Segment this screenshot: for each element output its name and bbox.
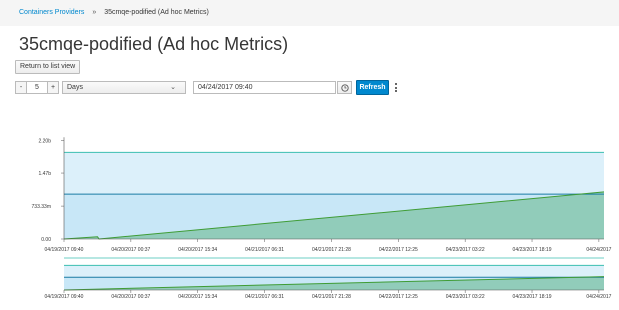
chart-1-x-tick-label: 04/23/2017 18:19 (513, 294, 552, 300)
chart-0-x-tick-label: 04/21/2017 06:31 (245, 247, 284, 253)
chart-0-x-tick-label: 04/19/2017 09:40 (45, 247, 84, 253)
time-range-stepper: - 5 + (15, 81, 59, 94)
breadcrumb-separator: » (92, 9, 97, 16)
metrics-chart-area: 2.20b 1.47b 733.33m 0.00 04/19/2017 09:40 04/… (0, 110, 619, 310)
chart-0-x-tick-label: 04/22/2017 12:25 (379, 247, 418, 253)
metrics-chart: 2.20b 1.47b 733.33m 0.00 04/19/2017 09:40 04/… (32, 137, 612, 300)
chart-0-x-tick-label: 04/23/2017 18:19 (513, 247, 552, 253)
chart-1-x-tick-label: 04/19/2017 09:40 (45, 294, 84, 300)
chevron-down-icon: ⌄ (170, 84, 176, 91)
refresh-button[interactable]: Refresh (356, 80, 389, 95)
chart-0-y-tick-label: 2.20b (38, 138, 51, 144)
chart-0-y-tick-label: 1.47b (38, 171, 51, 177)
chart-0-x-tick-label: 04/20/2017 15:34 (178, 247, 217, 253)
date-input[interactable]: 04/24/2017 09:40 (193, 81, 336, 94)
return-to-list-button[interactable]: Return to list view (15, 60, 81, 74)
chart-1-x-tick-label: 04/24/2017 (586, 294, 611, 300)
breadcrumb: Containers Providers » 35cmqe-podified (… (19, 9, 209, 16)
chart-0-y-tick-label: 733.33m (32, 204, 51, 210)
stepper-value-input[interactable]: 5 (27, 82, 47, 93)
chart-1-x-tick-label: 04/23/2017 03:22 (446, 294, 485, 300)
chart-0-x-tick-label: 04/24/2017 (586, 247, 611, 253)
time-unit-select[interactable]: Days ⌄ (62, 81, 186, 94)
breadcrumb-current: 35cmqe-podified (Ad hoc Metrics) (104, 9, 209, 16)
kebab-icon[interactable] (393, 81, 399, 94)
page-title: 35cmqe-podified (Ad hoc Metrics) (19, 34, 289, 54)
chart-1-x-tick-label: 04/22/2017 12:25 (379, 294, 418, 300)
clock-button[interactable] (337, 81, 352, 94)
chart-1-x-tick-label: 04/21/2017 21:28 (312, 294, 351, 300)
chart-0-x-tick-label: 04/23/2017 03:22 (446, 247, 485, 253)
breadcrumb-bar: Containers Providers » 35cmqe-podified (… (0, 0, 619, 26)
chart-0-x-tick-label: 04/21/2017 21:28 (312, 247, 351, 253)
stepper-decrement-button[interactable]: - (16, 82, 27, 93)
breadcrumb-link-containers-providers[interactable]: Containers Providers (19, 9, 84, 16)
chart-1-x-tick-label: 04/20/2017 00:37 (111, 294, 150, 300)
chart-0-y-tick-label: 0.00 (41, 237, 51, 243)
stepper-increment-button[interactable]: + (47, 82, 58, 93)
chart-0-x-tick-label: 04/20/2017 00:37 (111, 247, 150, 253)
chart-1-x-tick-label: 04/21/2017 06:31 (245, 294, 284, 300)
time-unit-value: Days (67, 84, 83, 91)
chart-1-x-tick-label: 04/20/2017 15:34 (178, 294, 217, 300)
clock-icon (341, 84, 349, 92)
